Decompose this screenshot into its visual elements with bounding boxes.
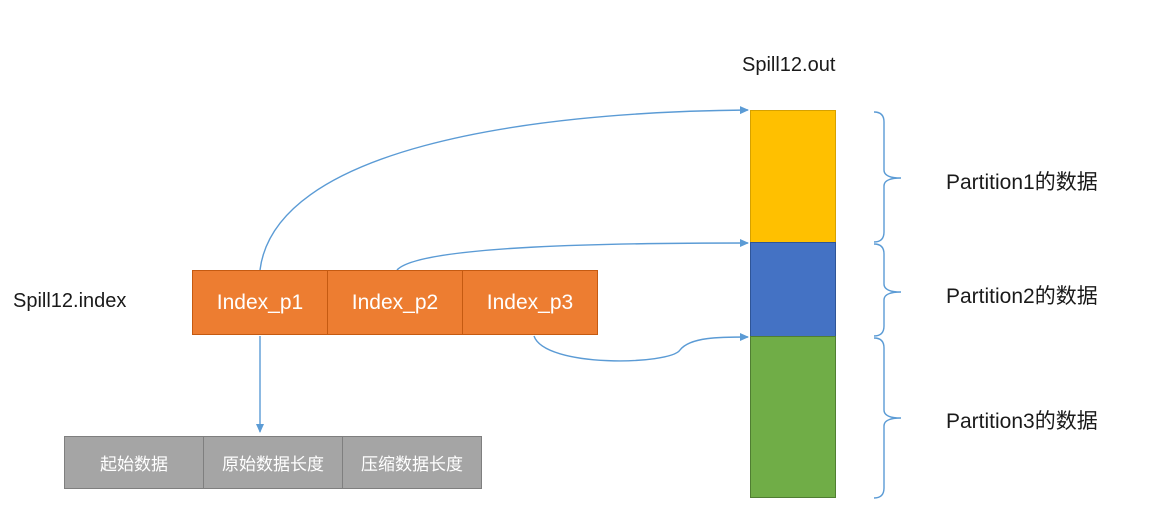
index-entry-fields-row: 起始数据 原始数据长度 压缩数据长度 (64, 436, 482, 489)
index-cells-row: Index_p1 Index_p2 Index_p3 (192, 270, 598, 335)
partition1-segment (750, 110, 836, 243)
out-file-title: Spill12.out (742, 54, 836, 76)
partition1-label: Partition1的数据 (946, 171, 1098, 194)
arrow-p3-to-partition3 (533, 333, 749, 362)
arrow-p2-to-partition2 (396, 239, 749, 271)
brace-partition3 (873, 337, 902, 499)
diagram-canvas: Spill12.out Partition1的数据 Partition2的数据 … (0, 0, 1161, 520)
partition2-label: Partition2的数据 (946, 285, 1098, 308)
arrow-p1-to-partition1 (259, 106, 749, 271)
partition3-segment (750, 336, 836, 498)
partition2-segment (750, 242, 836, 337)
brace-partition2 (873, 243, 902, 337)
partition3-label: Partition3的数据 (946, 410, 1098, 433)
entry-field-raw-length: 原始数据长度 (203, 436, 343, 489)
index-cell-p2: Index_p2 (327, 270, 463, 335)
entry-field-compressed-length: 压缩数据长度 (342, 436, 482, 489)
index-file-title: Spill12.index (13, 290, 127, 312)
entry-field-start: 起始数据 (64, 436, 204, 489)
index-cell-p3: Index_p3 (462, 270, 598, 335)
index-cell-p1: Index_p1 (192, 270, 328, 335)
brace-partition1 (873, 111, 902, 243)
